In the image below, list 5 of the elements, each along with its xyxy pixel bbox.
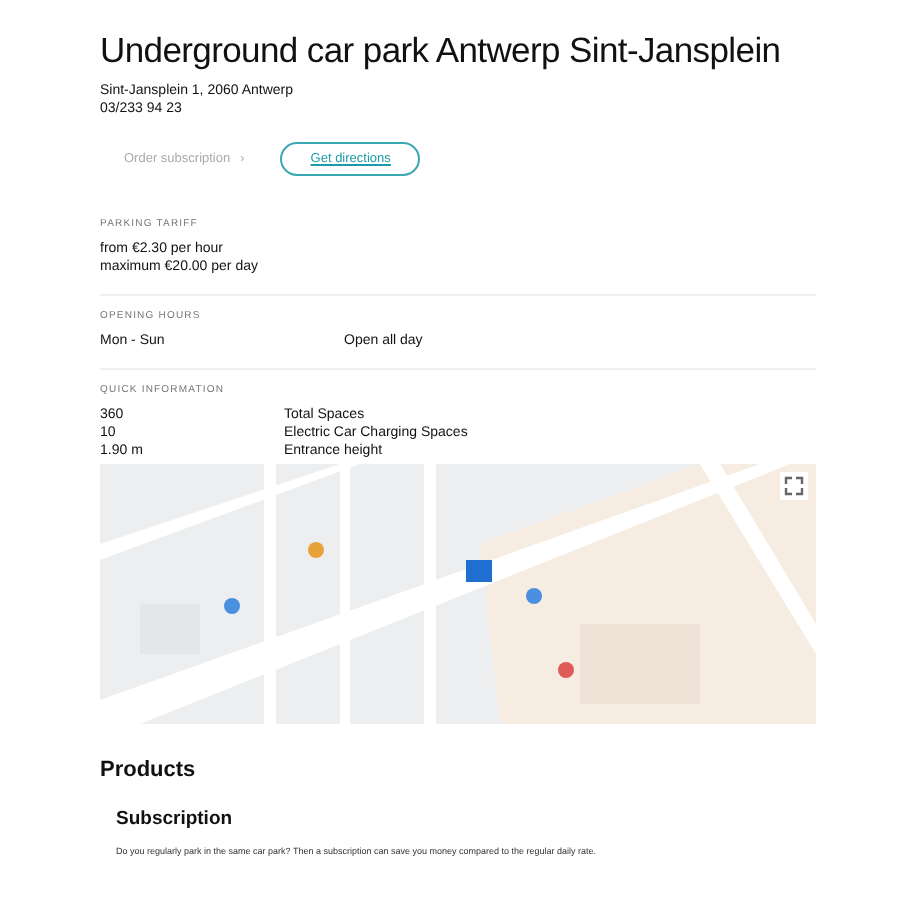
products-heading: Products bbox=[100, 758, 198, 782]
product-title: Subscription bbox=[116, 808, 235, 830]
fullscreen-icon bbox=[784, 476, 804, 496]
fullscreen-button[interactable] bbox=[780, 472, 808, 500]
page-title: Underground car park Antwerp Sint-Jansplein bbox=[100, 30, 783, 72]
